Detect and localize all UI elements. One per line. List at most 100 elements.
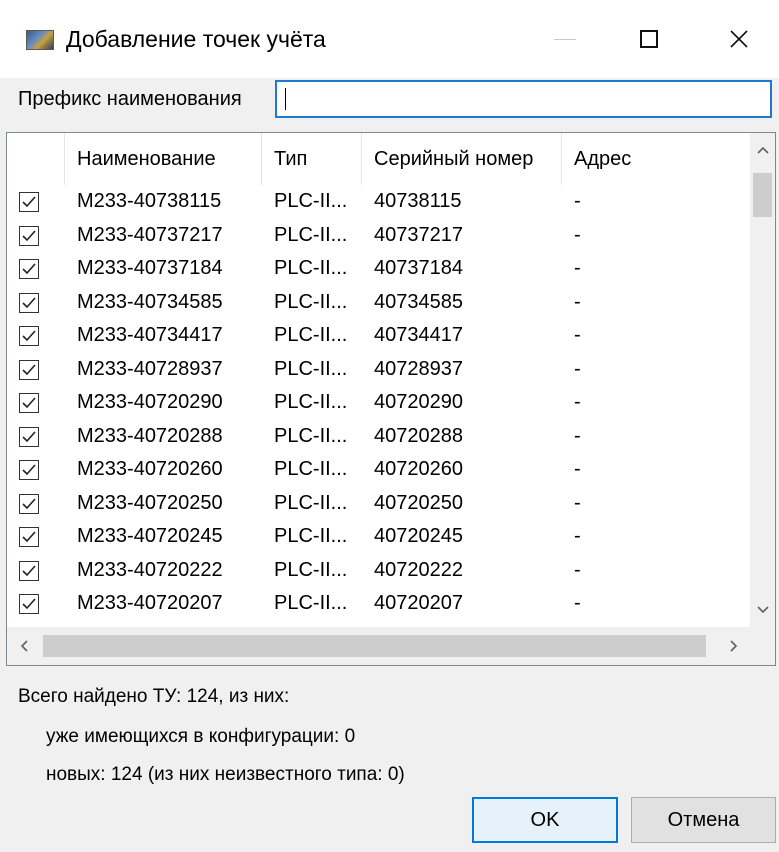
table-row[interactable]: M233-40734585 PLC-II... 40734585 -: [7, 286, 751, 320]
dialog-window: Добавление точек учёта Префикс наименова…: [0, 0, 779, 852]
cell-serial: 40728937: [374, 357, 463, 380]
cell-type: PLC-II...: [274, 525, 348, 548]
table-row[interactable]: M233-40720245 PLC-II... 40720245 -: [7, 520, 751, 554]
cell-serial: 40720260: [374, 458, 463, 481]
cell-name: M233-40737217: [77, 223, 223, 246]
row-checkbox[interactable]: [19, 426, 39, 447]
cell-address: -: [574, 290, 581, 313]
column-header-serial[interactable]: Серийный номер: [362, 133, 562, 185]
cell-name: M233-40734585: [77, 290, 223, 313]
row-checkbox-cell: [7, 185, 65, 219]
summary-new: новых: 124 (из них неизвестного типа: 0): [46, 764, 405, 785]
row-checkbox-cell: [7, 587, 65, 621]
column-header-type[interactable]: Тип: [262, 133, 362, 185]
row-checkbox[interactable]: [19, 225, 39, 246]
table-row[interactable]: M233-40720288 PLC-II... 40720288 -: [7, 420, 751, 454]
cell-type: PLC-II...: [274, 391, 348, 414]
checkmark-icon: [22, 229, 36, 241]
row-checkbox-cell: [7, 386, 65, 420]
row-checkbox[interactable]: [19, 326, 39, 346]
row-checkbox-cell: [7, 453, 65, 487]
row-checkbox-cell: [7, 319, 65, 353]
cell-type: PLC-II...: [274, 223, 348, 246]
cell-address: -: [574, 424, 581, 447]
cell-name: M233-40720290: [77, 391, 223, 414]
scroll-left-button[interactable]: [9, 627, 39, 665]
maximize-button[interactable]: [620, 0, 678, 78]
chevron-up-icon: [756, 146, 769, 154]
row-checkbox[interactable]: [19, 527, 39, 547]
checkmark-icon: [22, 464, 36, 476]
table-row[interactable]: M233-40737184 PLC-II... 40737184 -: [7, 252, 751, 286]
row-checkbox-cell: [7, 520, 65, 554]
cell-address: -: [574, 257, 581, 280]
row-checkbox[interactable]: [19, 292, 39, 313]
cell-name: M233-40737184: [77, 257, 223, 280]
table-row[interactable]: M233-40720290 PLC-II... 40720290 -: [7, 386, 751, 420]
scroll-right-button[interactable]: [719, 627, 749, 665]
cell-serial: 40720288: [374, 424, 463, 447]
cell-address: -: [574, 223, 581, 246]
maximize-icon: [640, 30, 658, 48]
minimize-button[interactable]: [536, 0, 594, 78]
points-list[interactable]: Наименование Тип Серийный номер Адрес M2…: [6, 132, 776, 666]
checkmark-icon: [22, 430, 36, 442]
cell-address: -: [574, 525, 581, 548]
cell-name: M233-40738115: [77, 190, 222, 213]
cell-name: M233-40720222: [77, 558, 223, 581]
close-button[interactable]: [710, 0, 768, 78]
row-checkbox[interactable]: [19, 460, 39, 480]
cell-type: PLC-II...: [274, 458, 348, 481]
cancel-button[interactable]: Отмена: [631, 797, 776, 843]
prefix-input[interactable]: [275, 80, 772, 118]
row-checkbox[interactable]: [19, 594, 39, 614]
list-header: Наименование Тип Серийный номер Адрес: [7, 133, 751, 185]
table-row[interactable]: M233-40734417 PLC-II... 40734417 -: [7, 319, 751, 353]
cell-type: PLC-II...: [274, 190, 348, 213]
cell-address: -: [574, 391, 581, 414]
cell-serial: 40738115: [374, 190, 462, 213]
cell-type: PLC-II...: [274, 257, 348, 280]
row-checkbox[interactable]: [19, 259, 39, 279]
cell-type: PLC-II...: [274, 592, 348, 615]
cell-name: M233-40720250: [77, 491, 223, 514]
header-checkbox-column[interactable]: [7, 133, 65, 185]
cell-type: PLC-II...: [274, 424, 348, 447]
horizontal-scroll-thumb[interactable]: [43, 635, 706, 657]
cell-address: -: [574, 324, 581, 347]
row-checkbox[interactable]: [19, 493, 39, 514]
cell-serial: 40734585: [374, 290, 463, 313]
column-header-name[interactable]: Наименование: [65, 133, 262, 185]
summary-total: Всего найдено ТУ: 124, из них:: [18, 686, 290, 707]
table-row[interactable]: M233-40720222 PLC-II... 40720222 -: [7, 554, 751, 588]
row-checkbox[interactable]: [19, 359, 39, 380]
row-checkbox[interactable]: [19, 393, 39, 413]
cell-type: PLC-II...: [274, 558, 348, 581]
window-title: Добавление точек учёта: [66, 26, 326, 52]
scroll-down-button[interactable]: [750, 597, 775, 623]
scroll-up-button[interactable]: [750, 137, 775, 163]
checkmark-icon: [22, 363, 36, 375]
cell-type: PLC-II...: [274, 357, 348, 380]
summary-existing: уже имеющихся в конфигурации: 0: [46, 726, 356, 747]
table-row[interactable]: M233-40720207 PLC-II... 40720207 -: [7, 587, 751, 621]
row-checkbox-cell: [7, 219, 65, 253]
table-row[interactable]: M233-40737217 PLC-II... 40737217 -: [7, 219, 751, 253]
horizontal-scrollbar[interactable]: [7, 627, 775, 665]
cell-address: -: [574, 357, 581, 380]
row-checkbox-cell: [7, 554, 65, 588]
cell-name: M233-40720260: [77, 458, 223, 481]
column-header-address[interactable]: Адрес: [562, 133, 751, 185]
table-row[interactable]: M233-40720250 PLC-II... 40720250 -: [7, 487, 751, 521]
checkmark-icon: [22, 330, 36, 342]
table-row[interactable]: M233-40738115 PLC-II... 40738115 -: [7, 185, 751, 219]
vertical-scrollbar[interactable]: [750, 133, 775, 627]
checkmark-icon: [22, 196, 36, 208]
checkmark-icon: [22, 531, 36, 543]
ok-button[interactable]: OK: [472, 797, 618, 843]
row-checkbox[interactable]: [19, 192, 39, 212]
table-row[interactable]: M233-40728937 PLC-II... 40728937 -: [7, 353, 751, 387]
vertical-scroll-thumb[interactable]: [753, 173, 772, 217]
table-row[interactable]: M233-40720260 PLC-II... 40720260 -: [7, 453, 751, 487]
row-checkbox[interactable]: [19, 560, 39, 581]
